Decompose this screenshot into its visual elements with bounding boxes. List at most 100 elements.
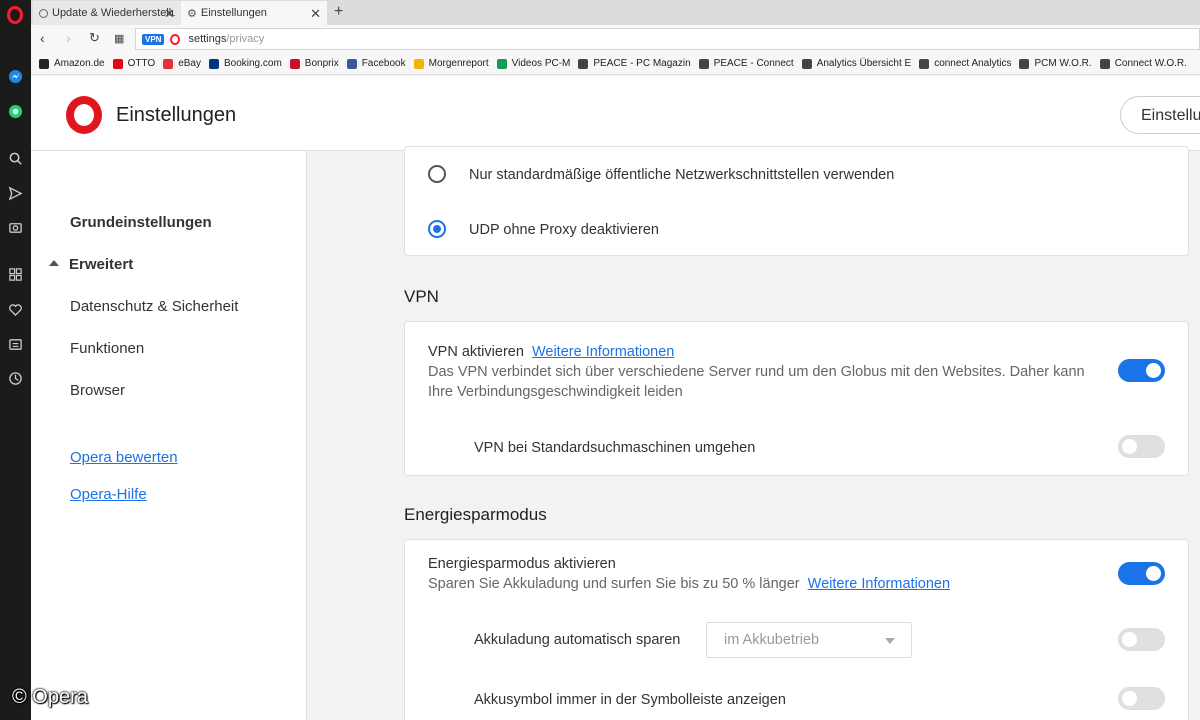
page-icon — [578, 58, 589, 69]
tab-update[interactable]: Update & Wiederherstellu ✕ — [33, 1, 181, 25]
battery-icon-label: Akkusymbol immer in der Symbolleiste anz… — [474, 692, 786, 708]
bookmark-item[interactable]: PEACE - Connect — [698, 58, 794, 69]
vpn-more-info-link[interactable]: Weitere Informationen — [532, 344, 674, 360]
back-icon[interactable]: ‹ — [40, 30, 45, 46]
vpn-enable-label: VPN aktivieren — [428, 344, 524, 360]
tab-label: Einstellungen — [200, 7, 267, 19]
close-icon[interactable]: ✕ — [164, 6, 175, 22]
bookmark-item[interactable]: PCM W.O.R. — [1019, 58, 1092, 69]
drive-icon — [413, 58, 424, 69]
reload-icon[interactable]: ↻ — [89, 30, 100, 46]
bookmark-item[interactable]: Bonprix — [289, 58, 339, 69]
vpn-enable-row: VPN aktivieren Weitere Informationen — [428, 344, 674, 360]
url-field[interactable]: VPN settings/privacy — [135, 28, 1200, 50]
select-value: im Akkubetrieb — [724, 632, 820, 648]
bookmarks-bar: Amazon.de OTTO eBay Booking.com Bonprix Faceb… — [31, 53, 1200, 75]
vpn-bypass-toggle[interactable] — [1118, 435, 1165, 458]
bookmark-item[interactable]: OTTO — [112, 58, 156, 69]
nav-browser[interactable]: Browser — [70, 382, 125, 399]
section-title-vpn: VPN — [404, 287, 439, 306]
bookmark-label: Facebook — [361, 58, 406, 69]
messenger-icon[interactable] — [7, 68, 23, 84]
bookmark-item[interactable]: Facebook — [346, 58, 406, 69]
page-icon — [919, 58, 930, 69]
opera-help-link[interactable]: Opera-Hilfe — [70, 486, 147, 503]
nav-basic[interactable]: Grundeinstellungen — [70, 214, 212, 231]
rate-opera-link[interactable]: Opera bewerten — [70, 449, 178, 466]
camera-icon[interactable] — [7, 219, 23, 235]
heart-icon[interactable] — [7, 301, 23, 317]
opera-favicon-icon — [39, 8, 48, 18]
bookmark-item[interactable]: Morgenreport — [413, 58, 489, 69]
new-tab-icon[interactable]: + — [334, 3, 343, 21]
battery-description: Sparen Sie Akkuladung und surfen Sie bis… — [428, 576, 800, 592]
nav-privacy[interactable]: Datenschutz & Sicherheit — [70, 298, 238, 315]
bookmark-label: Connect W.O.R. — [1114, 58, 1187, 69]
address-bar: ‹ › ↻ ▦ VPN settings/privacy — [31, 25, 1200, 53]
settings-page: Einstellungen Einstellungen Grundeinstel… — [31, 76, 1200, 720]
facebook-icon — [346, 58, 357, 69]
tab-strip: Update & Wiederherstellu ✕ ⚙ Einstellung… — [31, 0, 1200, 25]
page-icon — [698, 58, 709, 69]
bookmark-item[interactable]: Amazon.de — [39, 58, 105, 69]
bookmark-label: Amazon.de — [54, 58, 105, 69]
nav-features[interactable]: Funktionen — [70, 340, 144, 357]
bookmark-label: Morgenreport — [428, 58, 489, 69]
nav-advanced[interactable]: Erweitert — [69, 256, 133, 273]
collapse-arrow-icon[interactable] — [49, 260, 59, 266]
battery-auto-select[interactable]: im Akkubetrieb — [706, 622, 912, 658]
amazon-icon — [39, 58, 49, 69]
settings-header: Einstellungen Einstellungen — [31, 76, 1200, 151]
url-main: settings — [188, 33, 227, 45]
bookmark-item[interactable]: Booking.com — [208, 58, 282, 69]
forward-icon[interactable]: › — [66, 30, 71, 46]
bookmark-item[interactable]: PEACE - PC Magazin — [578, 58, 691, 69]
page-icon — [801, 58, 812, 69]
bookmark-item[interactable]: Analytics Übersicht E — [801, 58, 912, 69]
battery-auto-label: Akkuladung automatisch sparen — [474, 632, 681, 648]
battery-description-row: Sparen Sie Akkuladung und surfen Sie bis… — [428, 574, 1108, 594]
send-icon[interactable] — [7, 185, 23, 201]
bookmark-item[interactable]: Connect W.O.R. — [1099, 58, 1187, 69]
bookmark-label: Videos PC-M — [511, 58, 571, 69]
battery-enable-label: Energiesparmodus aktivieren — [428, 556, 616, 572]
vpn-toggle[interactable] — [1118, 359, 1165, 382]
opera-logo-icon[interactable] — [7, 6, 23, 24]
history-icon[interactable] — [7, 370, 23, 386]
close-icon[interactable]: ✕ — [310, 6, 321, 22]
webrtc-card: Nur standardmäßige öffentliche Netzwerks… — [404, 146, 1189, 256]
battery-auto-toggle[interactable] — [1118, 628, 1165, 651]
radio-disable-udp[interactable] — [428, 220, 446, 238]
opera-logo-icon — [66, 96, 102, 134]
bookmark-label: PCM W.O.R. — [1034, 58, 1092, 69]
search-icon[interactable] — [7, 150, 23, 166]
news-icon[interactable] — [7, 336, 23, 352]
speed-dial-icon[interactable] — [7, 266, 23, 282]
settings-search-field[interactable]: Einstellungen — [1120, 96, 1200, 134]
bonprix-icon — [289, 58, 300, 69]
settings-content: Nur standardmäßige öffentliche Netzwerks… — [308, 146, 1200, 720]
vpn-badge[interactable]: VPN — [142, 33, 165, 45]
tab-settings[interactable]: ⚙ Einstellungen ✕ — [181, 1, 327, 25]
battery-more-info-link[interactable]: Weitere Informationen — [808, 576, 950, 592]
bookmark-item[interactable]: connect Analytics — [919, 58, 1011, 69]
bookmark-item[interactable]: Videos PC-M — [496, 58, 571, 69]
copyright-watermark: © Opera — [12, 686, 88, 708]
radio-public-interfaces[interactable] — [428, 165, 446, 183]
whatsapp-icon[interactable] — [7, 103, 23, 119]
battery-icon-toggle[interactable] — [1118, 687, 1165, 710]
radio-label: UDP ohne Proxy deaktivieren — [469, 222, 659, 238]
opera-favicon-icon — [170, 33, 181, 45]
vpn-description: Das VPN verbindet sich über verschiedene… — [428, 364, 1085, 400]
section-title-battery: Energiesparmodus — [404, 505, 547, 524]
bookmark-label: Analytics Übersicht E — [816, 58, 912, 69]
page-icon — [1019, 58, 1030, 69]
speed-dial-icon[interactable]: ▦ — [114, 32, 124, 45]
bookmark-item[interactable]: eBay — [163, 58, 201, 69]
otto-icon — [112, 58, 123, 69]
bookmark-label: OTTO — [127, 58, 156, 69]
battery-card: Energiesparmodus aktivieren Sparen Sie A… — [404, 539, 1189, 720]
settings-nav: Grundeinstellungen Erweitert Datenschutz… — [31, 151, 307, 720]
vpn-bypass-label: VPN bei Standardsuchmaschinen umgehen — [474, 440, 756, 456]
battery-toggle[interactable] — [1118, 562, 1165, 585]
